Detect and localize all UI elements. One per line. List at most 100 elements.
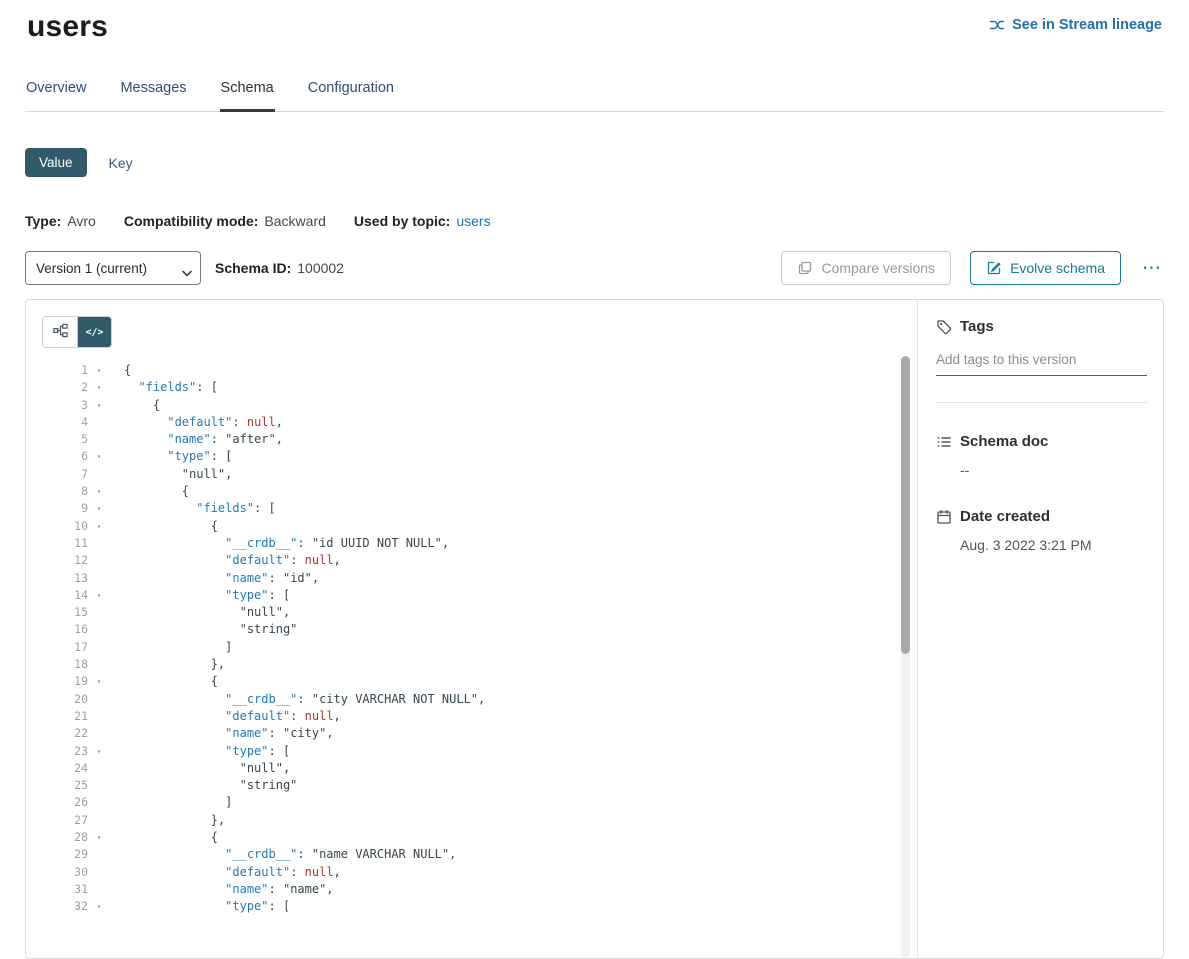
code-text: { [110, 829, 218, 846]
fold-arrow-icon[interactable]: ▾ [88, 743, 110, 760]
code-text: "name": "name", [110, 881, 334, 898]
code-text: "null", [110, 466, 232, 483]
code-view-button[interactable]: </> [77, 317, 111, 347]
code-text: "type": [ [110, 448, 232, 465]
key-toggle-button[interactable]: Key [109, 155, 133, 171]
evolve-schema-button[interactable]: Evolve schema [970, 251, 1121, 285]
code-text: "__crdb__": "name VARCHAR NULL", [110, 846, 456, 863]
fold-arrow-icon[interactable]: ▾ [88, 500, 110, 517]
topic-link[interactable]: users [456, 213, 490, 229]
code-text: ] [110, 639, 232, 656]
tree-view-button[interactable] [43, 317, 77, 347]
fold-arrow-icon[interactable]: ▾ [88, 673, 110, 690]
code-text: "name": "after", [110, 431, 283, 448]
tab-messages[interactable]: Messages [119, 80, 187, 112]
value-key-toggle: Value Key [25, 148, 1164, 177]
code-line: 21 "default": null, [42, 708, 917, 725]
fold-arrow-icon[interactable]: ▾ [88, 448, 110, 465]
fold-spacer [88, 414, 110, 431]
fold-spacer [88, 864, 110, 881]
line-number: 23 [42, 743, 88, 760]
code-text: { [110, 362, 131, 379]
more-options-button[interactable]: ⋯ [1140, 255, 1164, 282]
compare-versions-button[interactable]: Compare versions [781, 251, 951, 285]
date-created-title: Date created [960, 508, 1050, 525]
fold-spacer [88, 431, 110, 448]
code-text: "default": null, [110, 414, 283, 431]
tab-schema[interactable]: Schema [220, 80, 275, 112]
schema-card: </> 1▾{2▾ "fields": [3▾ {4 "default": nu… [25, 299, 1164, 959]
fold-arrow-icon[interactable]: ▾ [88, 518, 110, 535]
date-created-section: Date created Aug. 3 2022 3:21 PM [936, 508, 1147, 553]
code-line: 24 "null", [42, 760, 917, 777]
tag-icon [936, 319, 952, 335]
code-text: "type": [ [110, 587, 290, 604]
fold-arrow-icon[interactable]: ▾ [88, 362, 110, 379]
fold-spacer [88, 639, 110, 656]
value-toggle-button[interactable]: Value [25, 148, 87, 177]
code-line: 27 }, [42, 812, 917, 829]
schema-id-label: Schema ID: [215, 260, 291, 276]
line-number: 17 [42, 639, 88, 656]
tab-overview[interactable]: Overview [25, 80, 87, 112]
fold-spacer [88, 656, 110, 673]
code-text: { [110, 483, 189, 500]
code-text: { [110, 397, 160, 414]
code-text: "__crdb__": "id UUID NOT NULL", [110, 535, 449, 552]
stream-lineage-link[interactable]: See in Stream lineage [989, 17, 1162, 33]
line-number: 4 [42, 414, 88, 431]
code-text: "default": null, [110, 708, 341, 725]
used-by-topic-label: Used by topic: [354, 213, 450, 229]
fold-spacer [88, 552, 110, 569]
tab-configuration[interactable]: Configuration [307, 80, 395, 112]
line-number: 15 [42, 604, 88, 621]
schema-doc-title: Schema doc [960, 433, 1048, 450]
code-text: "name": "id", [110, 570, 319, 587]
fold-spacer [88, 570, 110, 587]
code-text: "name": "city", [110, 725, 334, 742]
fold-arrow-icon[interactable]: ▾ [88, 898, 110, 915]
code-text: "fields": [ [110, 500, 276, 517]
scrollbar-thumb[interactable] [901, 356, 910, 654]
code-line: 25 "string" [42, 777, 917, 794]
code-line: 2▾ "fields": [ [42, 379, 917, 396]
line-number: 20 [42, 691, 88, 708]
add-tags-input[interactable] [936, 352, 1147, 376]
fold-arrow-icon[interactable]: ▾ [88, 829, 110, 846]
line-number: 1 [42, 362, 88, 379]
fold-spacer [88, 881, 110, 898]
code-text: { [110, 518, 218, 535]
line-number: 26 [42, 794, 88, 811]
compatibility-value: Backward [264, 213, 325, 229]
fold-arrow-icon[interactable]: ▾ [88, 379, 110, 396]
code-line: 22 "name": "city", [42, 725, 917, 742]
code-line: 13 "name": "id", [42, 570, 917, 587]
schema-meta-row: Type: Avro Compatibility mode: Backward … [25, 213, 1164, 229]
code-line: 4 "default": null, [42, 414, 917, 431]
fold-arrow-icon[interactable]: ▾ [88, 483, 110, 500]
line-number: 3 [42, 397, 88, 414]
fold-spacer [88, 812, 110, 829]
editor-scrollbar[interactable] [901, 356, 910, 958]
version-select[interactable]: Version 1 (current) [25, 251, 201, 285]
code-line: 7 "null", [42, 466, 917, 483]
line-number: 22 [42, 725, 88, 742]
schema-sidebar: Tags Schema doc -- [917, 300, 1163, 958]
line-number: 5 [42, 431, 88, 448]
line-number: 30 [42, 864, 88, 881]
page-header: users See in Stream lineage [0, 0, 1189, 44]
fold-arrow-icon[interactable]: ▾ [88, 397, 110, 414]
line-number: 12 [42, 552, 88, 569]
code-line: 6▾ "type": [ [42, 448, 917, 465]
line-number: 16 [42, 621, 88, 638]
code-line: 5 "name": "after", [42, 431, 917, 448]
code-line: 12 "default": null, [42, 552, 917, 569]
code-text: { [110, 673, 218, 690]
compatibility-label: Compatibility mode: [124, 213, 259, 229]
fold-arrow-icon[interactable]: ▾ [88, 587, 110, 604]
code-line: 20 "__crdb__": "city VARCHAR NOT NULL", [42, 691, 917, 708]
code-text: "type": [ [110, 898, 290, 915]
code-text: "null", [110, 604, 290, 621]
fold-spacer [88, 466, 110, 483]
code-line: 11 "__crdb__": "id UUID NOT NULL", [42, 535, 917, 552]
